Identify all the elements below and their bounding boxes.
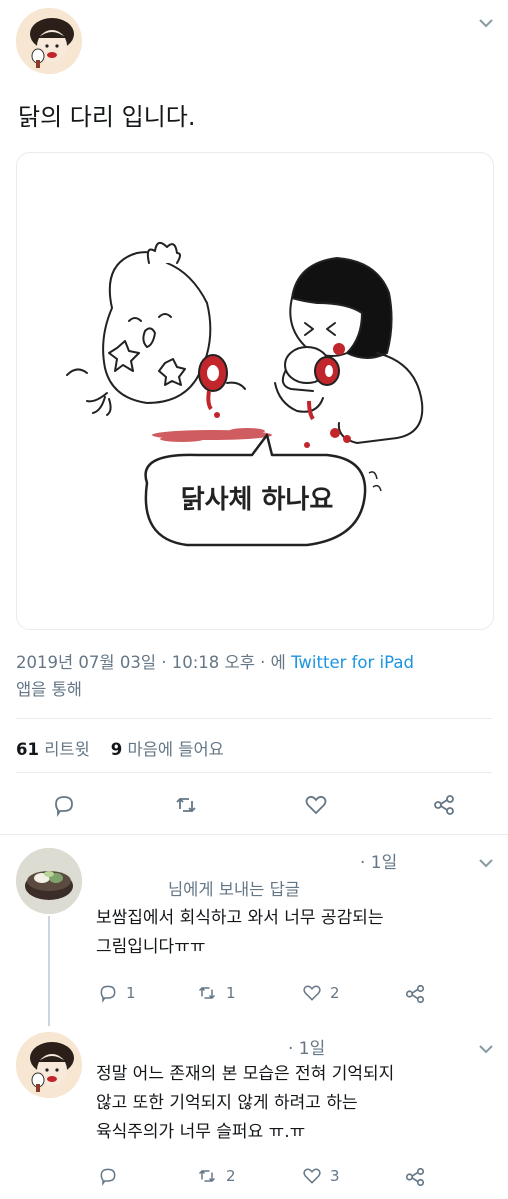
share-icon[interactable] — [432, 793, 456, 821]
tweet-timestamp[interactable]: 2019년 07월 03일 · 10:18 오후 · 에 — [16, 653, 286, 672]
reply-menu-chevron-icon[interactable] — [478, 1040, 494, 1059]
share-icon[interactable] — [404, 1166, 426, 1188]
reply-text: 정말 어느 존재의 본 모습은 전혀 기억되지 않고 또한 기억되지 않게 하려… — [96, 1064, 395, 1142]
tweet-image[interactable]: 닭사체 하나요 — [16, 152, 494, 630]
reply-time: · 1일 — [360, 853, 398, 873]
reply-avatar[interactable] — [16, 1032, 82, 1098]
like-stat[interactable]: 9 마음에 들어요 — [111, 740, 224, 759]
reply-count: 1 — [126, 984, 136, 1002]
reply-avatar[interactable] — [16, 848, 82, 914]
image-caption: 닭사체 하나요 — [180, 485, 334, 515]
retweet-icon[interactable] — [174, 793, 198, 821]
thread-line — [48, 916, 50, 1026]
divider — [16, 718, 492, 719]
divider — [16, 772, 492, 773]
author-avatar[interactable] — [16, 8, 82, 74]
chicken-illustration — [66, 241, 424, 547]
tweet-client-link[interactable]: Twitter for iPad — [291, 653, 414, 672]
like-button[interactable]: 2 — [302, 983, 340, 1003]
tweet-menu-chevron-icon[interactable] — [478, 14, 494, 33]
reply-icon[interactable] — [52, 793, 76, 821]
tweet-stats: 61 리트윗 9 마음에 들어요 — [16, 736, 224, 760]
reply-time: · 1일 — [288, 1039, 326, 1059]
reply-text: 보쌈집에서 회식하고 와서 너무 공감되는 그림입니다ㅠㅠ — [96, 908, 384, 957]
like-count: 3 — [330, 1167, 340, 1185]
retweet-button[interactable]: 2 — [196, 1166, 236, 1186]
retweet-count: 1 — [226, 984, 236, 1002]
heart-icon[interactable] — [304, 793, 328, 821]
replying-to: 님에게 보내는 답글 — [168, 880, 300, 899]
retweet-button[interactable]: 1 — [196, 983, 236, 1003]
like-count: 2 — [330, 984, 340, 1002]
retweet-stat[interactable]: 61 리트윗 — [16, 740, 90, 759]
retweet-count: 2 — [226, 1167, 236, 1185]
reply-button[interactable] — [98, 1166, 118, 1186]
share-icon[interactable] — [404, 983, 426, 1005]
reply-menu-chevron-icon[interactable] — [478, 854, 494, 873]
tweet-timestamp-line: 2019년 07월 03일 · 10:18 오후 · 에 Twitter for… — [16, 650, 414, 676]
reply-button[interactable]: 1 — [98, 983, 136, 1003]
divider — [0, 834, 508, 835]
tweet-client-suffix: 앱을 통해 — [16, 680, 82, 699]
like-button[interactable]: 3 — [302, 1166, 340, 1186]
tweet-text: 닭의 다리 입니다. — [18, 103, 196, 131]
